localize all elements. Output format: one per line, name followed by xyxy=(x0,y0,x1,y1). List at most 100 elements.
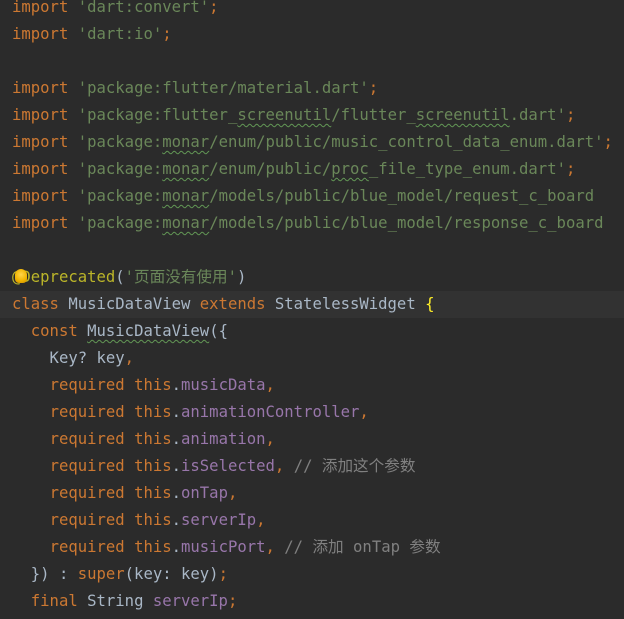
code-token: this xyxy=(134,484,172,502)
code-line[interactable]: const MusicDataView({ xyxy=(0,318,624,345)
code-line[interactable]: class MusicDataView extends StatelessWid… xyxy=(0,291,624,318)
code-token: ({ xyxy=(209,322,228,340)
code-line[interactable]: required this.animation, xyxy=(0,426,624,453)
code-token: . xyxy=(171,376,182,394)
code-line[interactable]: import 'dart:convert'; xyxy=(0,0,624,21)
code-token: 'dart:convert' xyxy=(77,0,210,16)
code-token: .dart' xyxy=(509,106,566,124)
code-token: extends xyxy=(199,295,266,313)
code-line[interactable]: import 'package:monar/enum/public/music_… xyxy=(0,129,624,156)
code-token: required xyxy=(49,484,125,502)
code-token: musicData xyxy=(181,376,266,394)
code-token: . xyxy=(171,538,182,556)
code-editor[interactable]: import 'dart:convert'; import 'dart:io'; i… xyxy=(0,0,624,619)
code-token: 'package: xyxy=(77,133,163,151)
code-token: onTap xyxy=(181,484,228,502)
code-token: required xyxy=(49,538,125,556)
code-line[interactable] xyxy=(0,48,624,75)
code-token: }) : xyxy=(12,565,78,583)
code-token: MusicDataView xyxy=(58,295,200,313)
code-token: import xyxy=(12,0,69,16)
code-line[interactable]: import 'package:flutter_screenutil/flutt… xyxy=(0,102,624,129)
code-token: monar xyxy=(162,160,210,178)
code-token: final xyxy=(30,592,78,610)
code-token: , xyxy=(359,403,369,421)
code-token: serverIp xyxy=(152,592,228,610)
code-token: '页面没有使用' xyxy=(124,268,238,286)
code-token: , xyxy=(265,376,275,394)
code-line[interactable]: import 'package:flutter/material.dart'; xyxy=(0,75,624,102)
code-token: // 添加这个参数 xyxy=(293,457,416,475)
code-token: . xyxy=(171,484,182,502)
code-token: /models/public/blue_model/request_c_boar… xyxy=(209,187,595,205)
code-line[interactable]: required this.musicPort, // 添加 onTap 参数 xyxy=(0,534,624,561)
code-token: /flutter_ xyxy=(331,106,416,124)
code-token: super xyxy=(77,565,125,583)
code-token: this xyxy=(134,403,172,421)
code-line[interactable]: @Deprecated('页面没有使用') xyxy=(0,264,624,291)
code-token: required xyxy=(49,403,125,421)
code-token: /models/public/blue_model/response_c_boa… xyxy=(209,214,604,232)
code-line[interactable]: import 'package:monar/models/public/blue… xyxy=(0,210,624,237)
code-line[interactable]: required this.serverIp, xyxy=(0,507,624,534)
code-token: , xyxy=(265,430,275,448)
code-line[interactable] xyxy=(0,237,624,264)
code-token: this xyxy=(134,538,172,556)
code-token: 'package:flutter_ xyxy=(77,106,238,124)
code-token: screenutil xyxy=(237,106,332,124)
code-token: @Deprecated xyxy=(12,268,116,286)
code-token: class xyxy=(12,295,59,313)
code-token: , xyxy=(227,484,238,502)
code-token: { xyxy=(425,295,435,313)
code-token: ; xyxy=(565,160,576,178)
code-line[interactable]: final String serverIp; xyxy=(0,588,624,615)
code-line[interactable]: import 'package:monar/models/public/blue… xyxy=(0,183,624,210)
code-token: import xyxy=(12,187,69,205)
code-token: ; xyxy=(603,133,613,151)
code-token: , xyxy=(274,457,285,475)
code-token: ; xyxy=(227,592,238,610)
code-token: import xyxy=(12,160,69,178)
code-token: 'package: xyxy=(77,187,163,205)
code-token: ; xyxy=(565,106,576,124)
code-token: ; xyxy=(218,565,228,583)
code-token: StatelessWidget xyxy=(265,295,426,313)
code-line[interactable]: required this.onTap, xyxy=(0,480,624,507)
code-token: ; xyxy=(368,79,379,97)
code-line[interactable]: import 'package:monar/enum/public/proc_f… xyxy=(0,156,624,183)
code-token: ; xyxy=(209,0,219,16)
code-token: const xyxy=(30,322,78,340)
code-line[interactable]: required this.isSelected, // 添加这个参数 xyxy=(0,453,624,480)
code-line[interactable]: }) : super(key: key); xyxy=(0,561,624,588)
code-line[interactable]: Key? key, xyxy=(0,345,624,372)
code-token: isSelected xyxy=(181,457,275,475)
code-token: this xyxy=(134,430,172,448)
code-token: . xyxy=(171,430,182,448)
code-token: // 添加 onTap 参数 xyxy=(284,538,441,556)
code-token: required xyxy=(49,376,125,394)
code-token: Key? key xyxy=(12,349,125,367)
code-token: required xyxy=(49,511,125,529)
lightbulb-icon[interactable] xyxy=(15,269,27,283)
code-line[interactable]: required this.animationController, xyxy=(0,399,624,426)
code-line[interactable]: required this.musicData, xyxy=(0,372,624,399)
code-token: screenutil xyxy=(415,106,510,124)
code-line[interactable]: import 'dart:io'; xyxy=(0,21,624,48)
code-token: . xyxy=(171,457,182,475)
